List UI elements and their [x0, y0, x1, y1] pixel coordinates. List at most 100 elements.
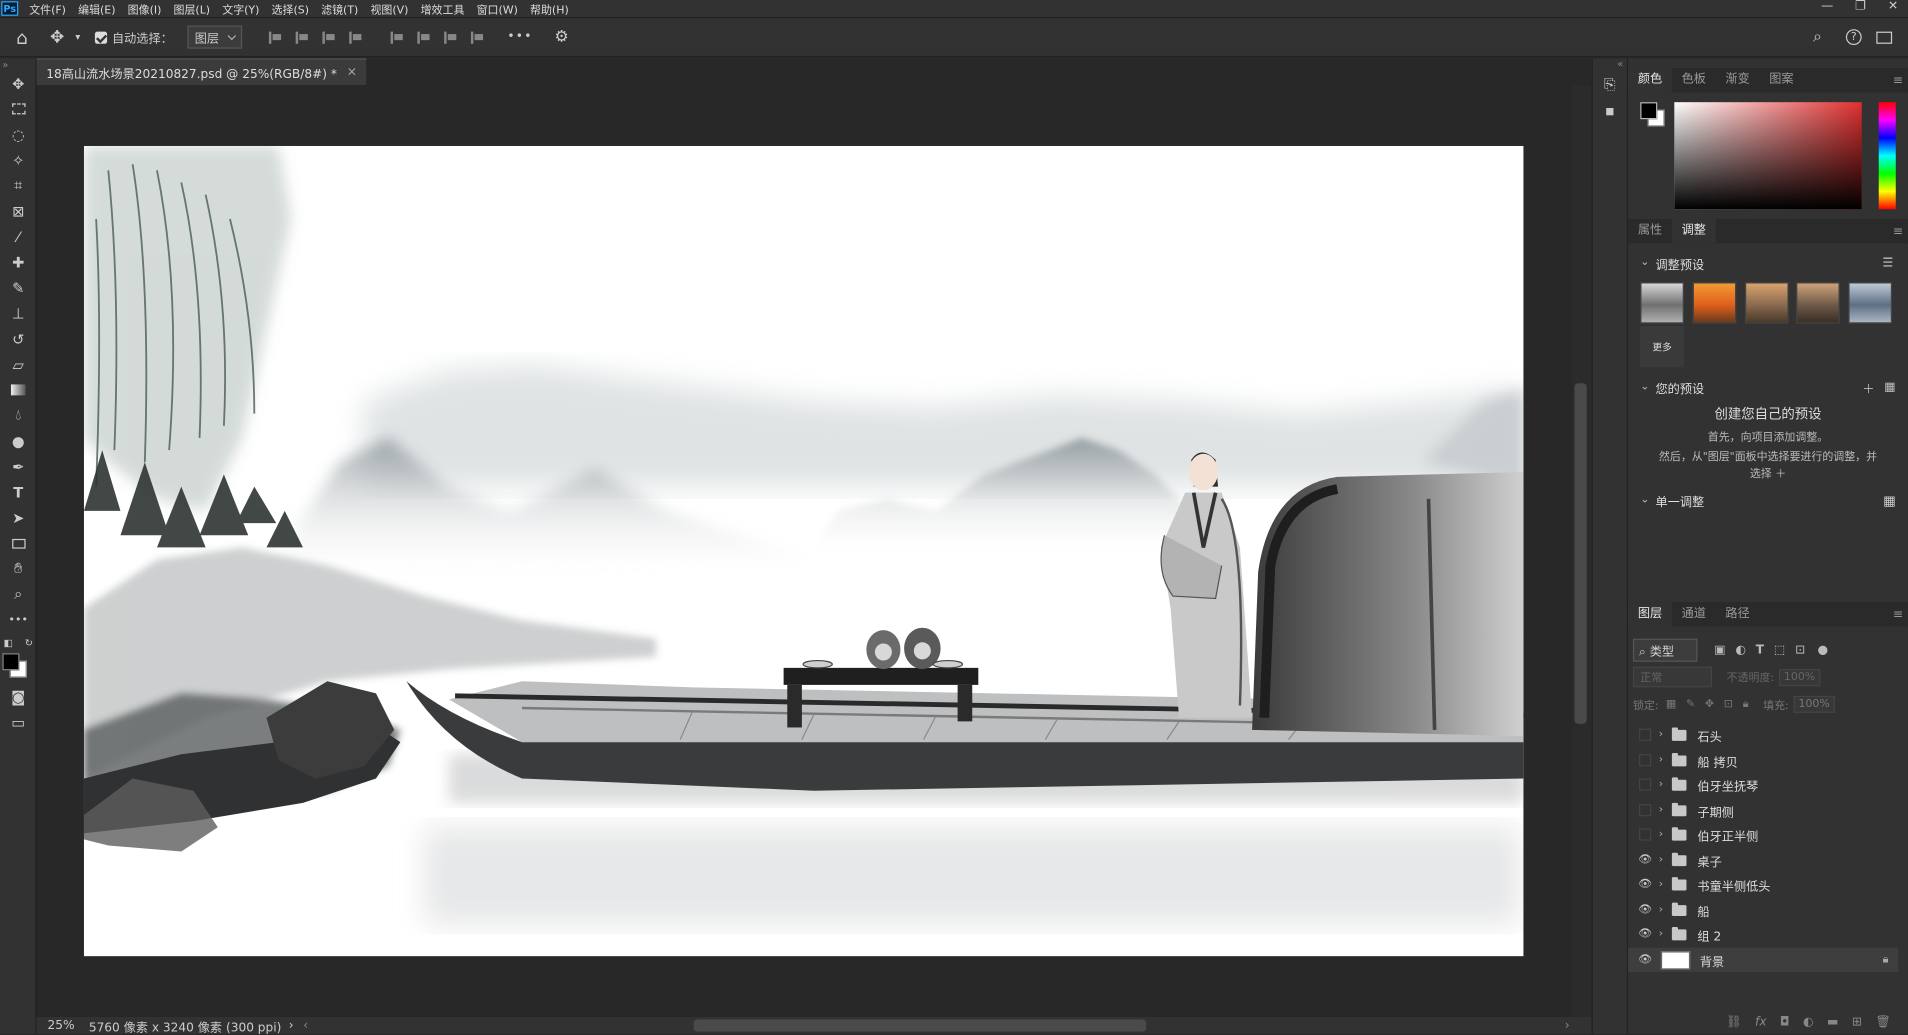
menu-plugins[interactable]: 增效工具 [415, 1, 471, 16]
your-presets-header[interactable]: ⌄ 您的预设 ＋ ▦ [1628, 375, 1908, 399]
chevron-right-icon[interactable]: › [1654, 754, 1669, 766]
crop-tool-icon[interactable]: ⌗ [0, 173, 37, 199]
chevron-right-icon[interactable]: › [1654, 928, 1669, 940]
more-tools-icon[interactable]: ••• [0, 607, 37, 633]
menu-view[interactable]: 视图(V) [364, 1, 414, 16]
type-tool-icon[interactable]: T [0, 479, 37, 505]
blur-tool-icon[interactable]: 💧︎ [0, 403, 37, 429]
fx-icon[interactable]: fx [1755, 1015, 1767, 1028]
layer-row[interactable]: 👁︎ 背景 🔒︎ [1628, 947, 1899, 972]
lock-artboard-icon[interactable]: ⊡ [1724, 698, 1733, 710]
list-view-icon[interactable]: ☰ [1882, 256, 1893, 269]
collapse-toolbar-icon[interactable]: » [0, 58, 37, 70]
adjustment-layer-icon[interactable]: ◐ [1803, 1015, 1814, 1028]
preset-thumbnail-3[interactable] [1744, 282, 1789, 324]
gradient-tool-icon[interactable] [0, 377, 37, 403]
panel-menu-icon[interactable]: ≡ [1893, 224, 1903, 237]
opacity-input[interactable]: 100% [1779, 668, 1821, 686]
preset-thumbnail-2[interactable] [1692, 282, 1737, 324]
layer-row[interactable]: 👁︎ › 船 [1628, 898, 1898, 922]
close-button[interactable]: ✕ [1888, 0, 1898, 13]
path-selection-tool-icon[interactable]: ➤ [0, 505, 37, 531]
chevron-right-icon[interactable]: › [1654, 904, 1669, 916]
chevron-right-icon[interactable]: › [1654, 729, 1669, 741]
layer-row[interactable]: › 伯牙坐抚琴 [1628, 772, 1898, 796]
eye-icon[interactable]: 👁︎ [1637, 928, 1654, 940]
rectangle-tool-icon[interactable] [0, 530, 37, 556]
menu-help[interactable]: 帮助(H) [524, 1, 575, 16]
tab-swatches[interactable]: 色板 [1672, 68, 1716, 92]
menu-layer[interactable]: 图层(L) [167, 1, 216, 16]
lock-pixels-icon[interactable]: ✎ [1686, 698, 1695, 710]
distribute-icon[interactable] [349, 31, 362, 44]
collapse-panels-icon[interactable]: « [1593, 58, 1627, 70]
layer-filter-dropdown[interactable]: ⌕ 类型 [1632, 638, 1698, 662]
workspace-icon[interactable] [1876, 31, 1893, 44]
visibility-toggle[interactable] [1639, 804, 1652, 817]
eye-icon[interactable]: 👁︎ [1637, 954, 1654, 966]
restore-button[interactable]: ❐ [1855, 0, 1866, 13]
menu-edit[interactable]: 编辑(E) [72, 1, 122, 16]
distribute-vertical-icon[interactable] [470, 31, 484, 44]
filter-pixel-icon[interactable]: ▣ [1714, 644, 1726, 657]
chevron-right-icon[interactable]: › [1654, 804, 1669, 816]
tab-layers[interactable]: 图层 [1628, 602, 1672, 627]
menu-window[interactable]: 窗口(W) [471, 1, 524, 16]
menu-type[interactable]: 文字(Y) [216, 1, 265, 16]
tab-color[interactable]: 颜色 [1628, 68, 1672, 93]
single-adjustment-header[interactable]: ⌄ 单一调整 ▦ [1628, 488, 1908, 512]
chevron-right-icon[interactable]: › [1654, 779, 1669, 791]
lock-position-icon[interactable]: ✥ [1705, 698, 1714, 710]
align-top-icon[interactable] [390, 31, 403, 44]
lock-all-icon[interactable]: 🔒︎ [1743, 698, 1749, 710]
grid-view-icon[interactable]: ▦ [1884, 380, 1896, 393]
tab-adjustments[interactable]: 调整 [1671, 218, 1716, 244]
status-expand-arrow[interactable]: › [289, 1019, 294, 1032]
align-middle-icon[interactable] [417, 31, 430, 44]
add-preset-icon[interactable]: ＋ [1862, 378, 1874, 396]
move-tool-icon[interactable]: ✥ [0, 71, 37, 97]
tab-properties[interactable]: 属性 [1628, 219, 1672, 243]
minimize-button[interactable]: — [1821, 0, 1833, 13]
chevron-right-icon[interactable]: › [1654, 828, 1669, 840]
gear-icon[interactable]: ⚙ [554, 28, 568, 46]
tab-paths[interactable]: 路径 [1716, 602, 1760, 626]
align-left-icon[interactable] [268, 31, 282, 44]
align-center-icon[interactable] [295, 31, 308, 44]
dodge-tool-icon[interactable]: ● [0, 428, 37, 454]
eye-icon[interactable]: 👁︎ [1637, 904, 1654, 916]
filter-adjustment-icon[interactable]: ◐ [1735, 644, 1746, 657]
hand-tool-icon[interactable]: ✋︎ [0, 556, 37, 582]
scroll-left-arrow[interactable]: ‹ [303, 1019, 308, 1032]
visibility-toggle[interactable] [1639, 754, 1652, 767]
move-tool-icon[interactable]: ✥ [44, 27, 71, 46]
clone-stamp-tool-icon[interactable]: ⊥ [0, 300, 37, 326]
tab-patterns[interactable]: 图案 [1759, 68, 1803, 92]
add-mask-icon[interactable]: ◘ [1780, 1015, 1790, 1028]
magic-wand-tool-icon[interactable]: ✧ [0, 147, 37, 173]
scroll-right-arrow[interactable]: › [1565, 1019, 1570, 1032]
align-bottom-icon[interactable] [444, 31, 457, 44]
trash-icon[interactable]: 🗑︎ [1875, 1015, 1890, 1028]
hue-slider[interactable] [1878, 102, 1896, 210]
layer-row[interactable]: 👁︎ › 书童半侧低头 [1628, 872, 1898, 896]
screen-mode-icon[interactable]: ▭ [0, 709, 37, 735]
menu-filter[interactable]: 滤镜(T) [315, 1, 364, 16]
close-tab-icon[interactable]: × [347, 66, 357, 79]
help-icon[interactable]: ? [1845, 29, 1862, 46]
vertical-scrollbar-thumb[interactable] [1574, 383, 1587, 724]
layer-row[interactable]: › 石头 [1628, 723, 1898, 747]
filter-toggle-icon[interactable]: ● [1817, 644, 1828, 657]
chevron-right-icon[interactable]: › [1654, 854, 1669, 866]
zoom-level[interactable]: 25% [47, 1019, 76, 1032]
auto-select-target-dropdown[interactable]: 图层 [187, 25, 243, 49]
document-canvas[interactable] [83, 145, 1524, 957]
layer-row[interactable]: › 伯牙正半侧 [1628, 822, 1898, 846]
preset-thumbnail-1[interactable] [1640, 282, 1685, 324]
visibility-toggle[interactable] [1639, 728, 1652, 741]
brush-tool-icon[interactable]: ✎ [0, 275, 37, 301]
marquee-tool-icon[interactable] [0, 96, 37, 122]
fill-input[interactable]: 100% [1793, 695, 1835, 713]
document-tab[interactable]: 18高山流水场景20210827.psd @ 25%(RGB/8#) * × [36, 58, 367, 86]
home-icon[interactable]: ⌂ [0, 26, 44, 48]
